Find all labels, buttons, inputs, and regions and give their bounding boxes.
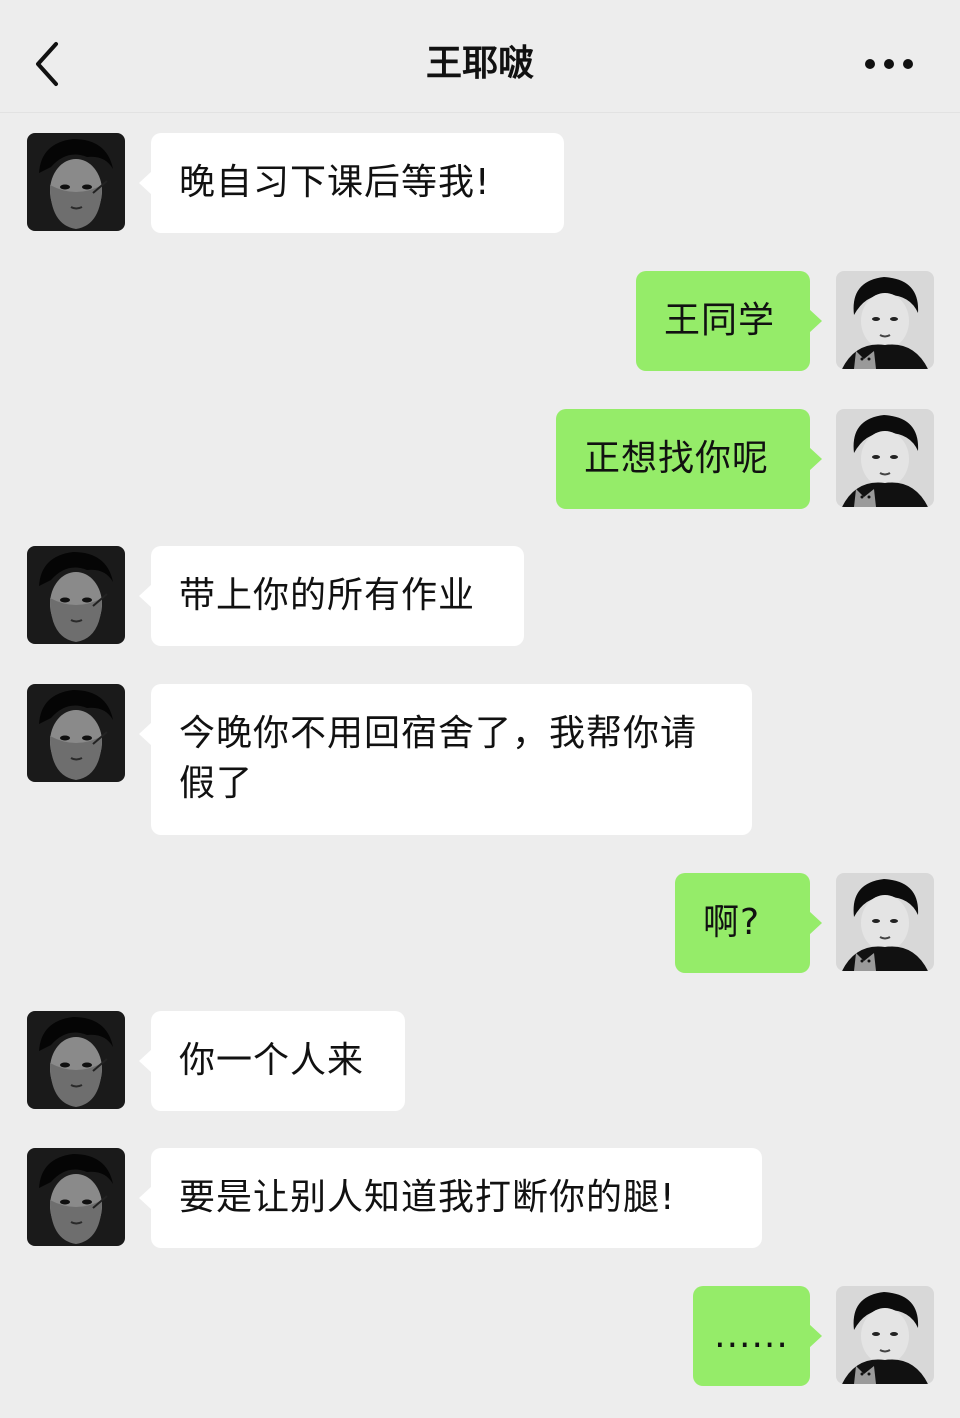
self-avatar[interactable] (836, 1286, 934, 1384)
contact-avatar-image (27, 1148, 125, 1246)
message-text: 要是让别人知道我打断你的腿! (179, 1177, 676, 1218)
message-text: 啊? (703, 902, 761, 943)
message-text: 今晚你不用回宿舍了，我帮你请假了 (179, 713, 698, 804)
chat-header: 王耶啵 (0, 0, 960, 113)
message-text: 正想找你呢 (584, 438, 770, 479)
incoming-bubble[interactable]: 晚自习下课后等我! (139, 133, 564, 233)
contact-avatar[interactable] (27, 1148, 125, 1246)
outgoing-bubble[interactable]: 啊? (675, 873, 822, 973)
contact-avatar-image (27, 684, 125, 782)
self-avatar[interactable] (836, 873, 934, 971)
contact-avatar[interactable] (27, 684, 125, 782)
incoming-bubble[interactable]: 你一个人来 (139, 1011, 405, 1111)
message-text: 带上你的所有作业 (179, 575, 476, 616)
contact-avatar-image (27, 133, 125, 231)
chevron-left-icon (36, 42, 58, 86)
more-button[interactable] (854, 40, 924, 88)
message-text: 你一个人来 (179, 1040, 365, 1081)
incoming-bubble[interactable]: 今晚你不用回宿舍了，我帮你请假了 (139, 684, 752, 835)
back-button[interactable] (18, 26, 78, 96)
contact-avatar-image (27, 546, 125, 644)
self-avatar[interactable] (836, 271, 934, 369)
contact-avatar[interactable] (27, 1011, 125, 1109)
incoming-bubble[interactable]: 要是让别人知道我打断你的腿! (139, 1148, 762, 1248)
contact-avatar[interactable] (27, 546, 125, 644)
chat-screen: 王耶啵 晚自习下课后等我! 王同学 正想找你呢 带上你的所有作业 今晚你不用回宿… (0, 0, 960, 1418)
chat-title: 王耶啵 (425, 43, 534, 84)
incoming-bubble[interactable]: 带上你的所有作业 (139, 546, 524, 646)
outgoing-bubble[interactable]: ...... (693, 1286, 822, 1386)
outgoing-bubble[interactable]: 正想找你呢 (556, 409, 822, 509)
outgoing-bubble[interactable]: 王同学 (636, 271, 822, 371)
self-avatar-image (836, 1286, 934, 1384)
self-avatar[interactable] (836, 409, 934, 507)
message-text: 王同学 (664, 300, 776, 341)
self-avatar-image (836, 409, 934, 507)
message-text: ...... (714, 1315, 789, 1356)
self-avatar-image (836, 873, 934, 971)
contact-avatar[interactable] (27, 133, 125, 231)
self-avatar-image (836, 271, 934, 369)
message-text: 晚自习下课后等我! (179, 162, 491, 203)
contact-avatar-image (27, 1011, 125, 1109)
more-dots-icon (865, 59, 913, 69)
